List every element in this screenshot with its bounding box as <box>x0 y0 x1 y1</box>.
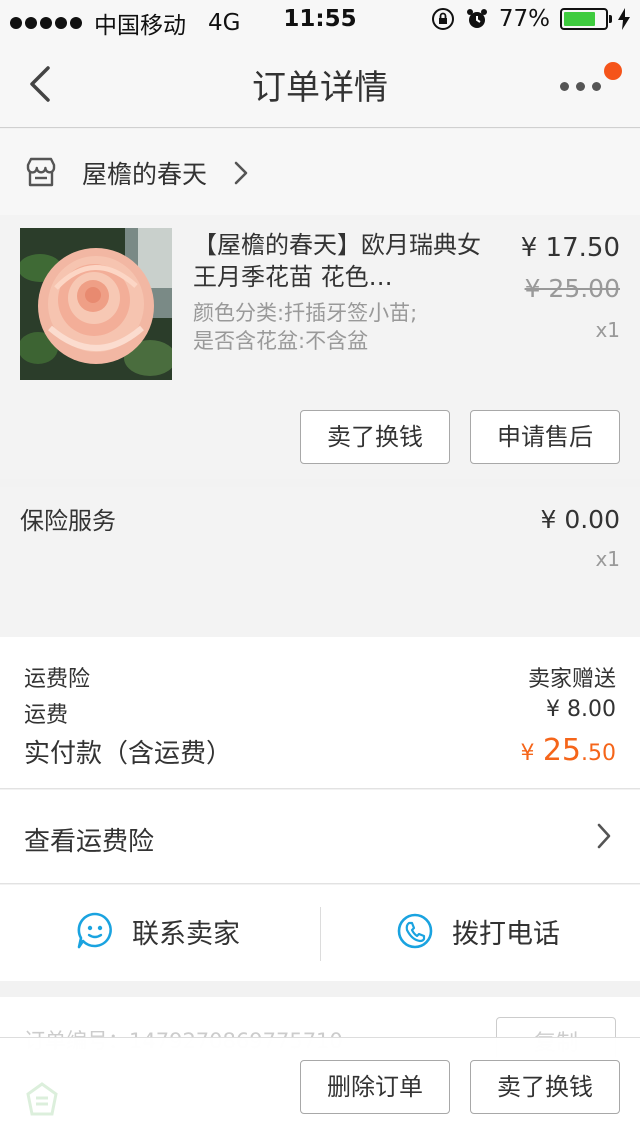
phone-icon <box>397 913 433 949</box>
orientation-lock-icon <box>431 8 454 30</box>
more-dots-icon <box>560 82 569 91</box>
battery-percent: 77% <box>498 6 550 32</box>
notification-badge <box>604 62 622 80</box>
product-rose-image <box>20 228 172 380</box>
sell-for-cash-button[interactable]: 卖了换钱 <box>300 410 450 464</box>
shop-row[interactable]: 屋檐的春天 <box>0 129 640 215</box>
battery-icon <box>560 8 612 30</box>
sell-for-cash-bottom-button[interactable]: 卖了换钱 <box>470 1060 620 1114</box>
paid-decimal: .50 <box>581 741 616 766</box>
insurance-price: ¥ 0.00 <box>540 505 620 534</box>
status-right: 77% <box>431 6 630 32</box>
spec-line: 颜色分类:扦插牙签小苗; <box>193 301 418 325</box>
chat-face-icon <box>77 912 112 949</box>
call-phone-label: 拨打电话 <box>452 918 560 950</box>
more-dot <box>576 82 585 91</box>
watermark-logo-icon <box>26 1082 58 1116</box>
chevron-right-icon <box>597 823 611 849</box>
paid-amount-label: 实付款（含运费） <box>24 739 233 769</box>
contact-seller-button[interactable]: 联系卖家 <box>76 911 240 951</box>
shipping-insurance-value: 卖家赠送 <box>527 667 616 692</box>
fee-summary: 运费险 卖家赠送 运费 ¥ 8.00 实付款（含运费） ¥ 25.50 <box>0 637 640 789</box>
shop-icon <box>26 157 56 187</box>
shipping-insurance-label: 运费险 <box>24 667 91 692</box>
product-spec: 颜色分类:扦插牙签小苗; 是否含花盆:不含盆 <box>193 299 493 355</box>
product-quantity: x1 <box>595 318 620 342</box>
shop-name: 屋檐的春天 <box>82 160 208 189</box>
chevron-right-icon <box>234 161 248 185</box>
alarm-icon <box>466 9 487 28</box>
insurance-quantity: x1 <box>595 547 620 571</box>
page-title: 订单详情 <box>252 68 388 108</box>
product-title[interactable]: 【屋檐的春天】欧月瑞典女王月季花苗 花色… <box>193 229 488 293</box>
product-card[interactable]: 【屋檐的春天】欧月瑞典女王月季花苗 花色… 颜色分类:扦插牙签小苗; 是否含花盆… <box>0 215 640 479</box>
status-bar: 中国移动 4G 11:55 77% <box>0 0 640 40</box>
shipping-fee-value: ¥ 8.00 <box>546 697 616 722</box>
shipping-fee-label: 运费 <box>24 703 69 728</box>
charging-bolt-icon <box>618 8 630 30</box>
contact-bar: 联系卖家 拨打电话 <box>0 885 640 981</box>
paid-amount-value: ¥ 25.50 <box>521 733 616 768</box>
nav-bar: 订单详情 <box>0 40 640 128</box>
more-button[interactable] <box>558 62 622 104</box>
spec-line: 是否含花盆:不含盆 <box>193 329 369 353</box>
insurance-label: 保险服务 <box>20 507 116 535</box>
divider <box>320 907 321 961</box>
view-shipping-insurance-row[interactable]: 查看运费险 <box>0 790 640 884</box>
bottom-action-bar: 删除订单 卖了换钱 <box>0 1037 640 1136</box>
call-phone-button[interactable]: 拨打电话 <box>396 911 560 951</box>
more-dot <box>592 82 601 91</box>
after-sale-button[interactable]: 申请售后 <box>470 410 620 464</box>
original-price: ¥ 25.00 <box>524 274 620 303</box>
insurance-service: 保险服务 ¥ 0.00 x1 <box>0 487 640 637</box>
view-shipping-insurance-label: 查看运费险 <box>24 827 155 857</box>
paid-currency: ¥ <box>520 741 535 766</box>
delete-order-button[interactable]: 删除订单 <box>300 1060 450 1114</box>
paid-integer: 25 <box>542 733 581 768</box>
product-price: ¥ 17.50 <box>520 233 620 263</box>
contact-seller-label: 联系卖家 <box>132 918 240 950</box>
